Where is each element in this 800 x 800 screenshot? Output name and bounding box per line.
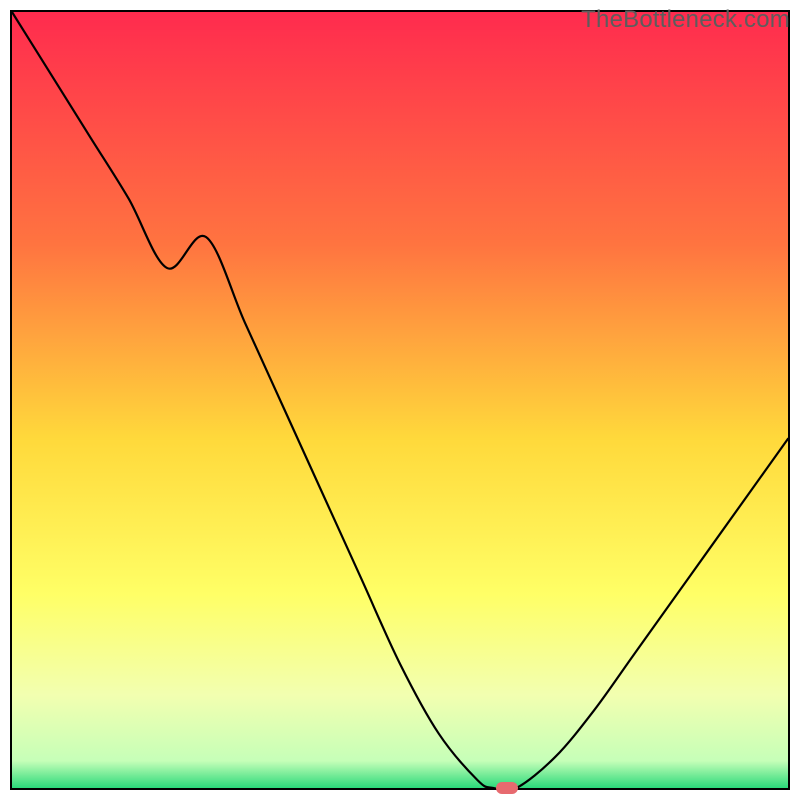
gradient-background (12, 12, 788, 788)
optimal-marker (496, 782, 518, 794)
watermark-text: TheBottleneck.com (581, 6, 790, 34)
chart-container: TheBottleneck.com (0, 0, 800, 800)
plot-area (10, 10, 790, 790)
chart-svg (12, 12, 788, 788)
